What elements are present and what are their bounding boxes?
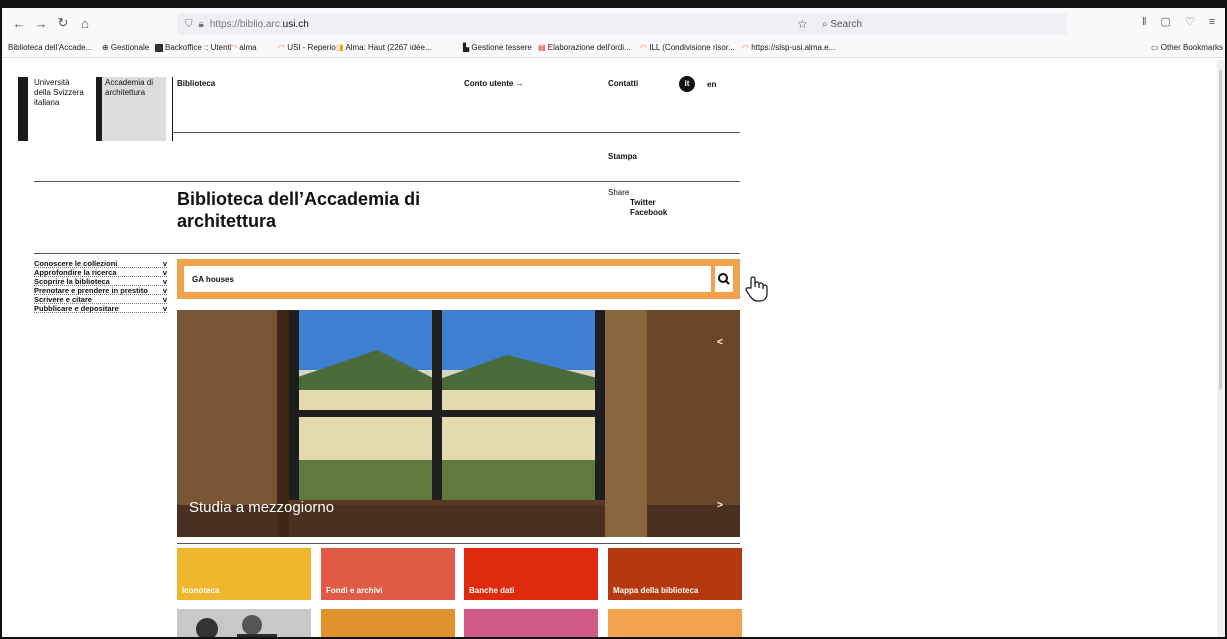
divider <box>34 253 740 254</box>
menu-item-citare[interactable]: Scrivere e citare v <box>34 295 167 304</box>
search-input[interactable] <box>184 266 711 292</box>
hand-cursor-icon <box>745 276 768 302</box>
other-bookmarks[interactable]: ▭ Other Bookmarks <box>1151 43 1223 52</box>
scrollbar-thumb[interactable] <box>1219 70 1222 390</box>
bookmarks-bar: Biblioteca dell'Accade... ⊕ Gestionale B… <box>2 38 1225 58</box>
url-text: https://biblio.arc.usi.ch <box>209 18 309 30</box>
chevron-down-icon: v <box>162 286 167 295</box>
account-link[interactable]: Conto utente → <box>464 79 524 88</box>
tile-pink[interactable] <box>464 609 598 637</box>
divider <box>177 543 740 544</box>
academy-name[interactable]: Accademia di architettura <box>105 78 163 98</box>
tile-fondi-archivi[interactable]: Fondi e archivi <box>321 548 455 600</box>
tile-mappa-biblioteca[interactable]: Mappa della biblioteca <box>608 548 742 600</box>
browser-window: ← → ↻ ⌂ ⛉ 🔒︎ https://biblio.arc.usi.ch ☆… <box>0 0 1227 639</box>
forward-icon[interactable]: → <box>30 16 52 31</box>
chevron-down-icon: v <box>162 304 167 313</box>
alma-icon: ◨ <box>336 43 344 52</box>
chevron-down-icon: v <box>162 277 167 286</box>
page-title: Biblioteca dell’Accademia di architettur… <box>177 189 421 231</box>
alma-icon: ◠ <box>230 43 237 52</box>
shield-icon: ⛉ <box>185 18 193 30</box>
browser-toolbar: ← → ↻ ⌂ ⛉ 🔒︎ https://biblio.arc.usi.ch ☆… <box>2 8 1225 38</box>
bookmark-star-icon[interactable]: ☆ <box>797 17 808 31</box>
chevron-down-icon: v <box>162 295 167 304</box>
hero-slider[interactable]: < > Studia a mezzogiorno <box>177 310 740 537</box>
search-icon <box>718 273 730 285</box>
lang-en-button[interactable]: en <box>707 80 716 89</box>
reload-icon[interactable]: ↻ <box>52 15 74 31</box>
bookmark-item[interactable]: ▙ Gestione tessere <box>463 43 532 52</box>
bookmark-item[interactable]: ⊕ Gestionale <box>102 43 149 52</box>
home-icon[interactable]: ⌂ <box>74 16 96 31</box>
usi-logo-bar <box>18 77 28 141</box>
share-label: Share <box>608 188 630 197</box>
twitter-link[interactable]: Twitter <box>608 198 667 208</box>
side-menu: Conoscere le collezioni v Approfondire la… <box>34 259 167 313</box>
divider <box>172 132 740 133</box>
alma-icon: ◠ <box>278 43 285 52</box>
hero-caption[interactable]: Studia a mezzogiorno <box>189 499 334 516</box>
page-scrollbar[interactable] <box>1217 60 1225 637</box>
ordini-icon: ▤ <box>538 43 546 52</box>
backoffice-icon <box>155 43 163 52</box>
tile-orange[interactable] <box>321 609 455 637</box>
slider-next-button[interactable]: > <box>717 500 723 511</box>
bookmark-item[interactable]: ◠ https://slsp-usi.alma.e... <box>742 43 835 52</box>
slider-prev-button[interactable]: < <box>717 337 723 348</box>
menu-item-ricerca[interactable]: Approfondire la ricerca v <box>34 268 167 277</box>
university-name[interactable]: Università della Svizzera italiana <box>34 78 84 108</box>
contacts-link[interactable]: Contatti <box>608 79 638 88</box>
alma-icon: ◠ <box>640 43 647 52</box>
toolbar-icons[interactable]: ‖▢♡≡ <box>1142 15 1225 28</box>
browser-search-field[interactable]: ⌕ Search <box>822 19 862 30</box>
tile-photo[interactable] <box>177 609 311 637</box>
search-button[interactable] <box>715 266 733 292</box>
chevron-down-icon: v <box>162 259 167 268</box>
divider <box>34 181 740 182</box>
menu-item-pubblicare[interactable]: Pubblicare e depositare v <box>34 304 167 313</box>
url-bar[interactable]: ⛉ 🔒︎ https://biblio.arc.usi.ch ☆ ⌕ Searc… <box>177 13 1067 35</box>
facebook-link[interactable]: Facebook <box>608 208 667 218</box>
bookmark-item[interactable]: ◠ alma <box>230 43 257 52</box>
menu-item-biblioteca[interactable]: Scoprire la biblioteca v <box>34 277 167 286</box>
bookmark-item[interactable]: ▤ Elaborazione dell'ordi... <box>538 43 631 52</box>
bookmark-item[interactable]: ◨ Alma: Haut (2267 idée... <box>336 43 432 52</box>
biblioteca-link[interactable]: Biblioteca <box>177 79 215 88</box>
lock-icon: 🔒︎ <box>198 18 204 30</box>
tile-banche-dati[interactable]: Banche dati <box>464 548 598 600</box>
people-photo <box>177 609 311 637</box>
share-block: Share Twitter Facebook <box>608 188 667 218</box>
search-box <box>177 259 740 299</box>
bookmark-item[interactable]: ◠ ILL (Condivisione risor... <box>640 43 735 52</box>
academy-logo-bar <box>96 77 102 141</box>
bookmark-item[interactable]: ◠ USI - Reperio <box>278 43 336 52</box>
tile-iconoteca[interactable]: Iconoteca <box>177 548 311 600</box>
chevron-down-icon: v <box>162 268 167 277</box>
tile-light-orange[interactable] <box>608 609 742 637</box>
print-link[interactable]: Stampa <box>608 152 637 161</box>
lang-it-button[interactable]: it <box>679 76 695 92</box>
bookmark-item[interactable]: Biblioteca dell'Accade... <box>8 43 92 52</box>
tessere-icon: ▙ <box>463 43 470 52</box>
alma-icon: ◠ <box>742 43 749 52</box>
bookmark-item[interactable]: Backoffice :: Utenti <box>155 43 232 52</box>
menu-item-collezioni[interactable]: Conoscere le collezioni v <box>34 259 167 268</box>
menu-item-prestito[interactable]: Prenotare e prendere in prestito v <box>34 286 167 295</box>
back-icon[interactable]: ← <box>8 16 30 31</box>
web-page: Università della Svizzera italiana Accad… <box>2 58 1219 637</box>
